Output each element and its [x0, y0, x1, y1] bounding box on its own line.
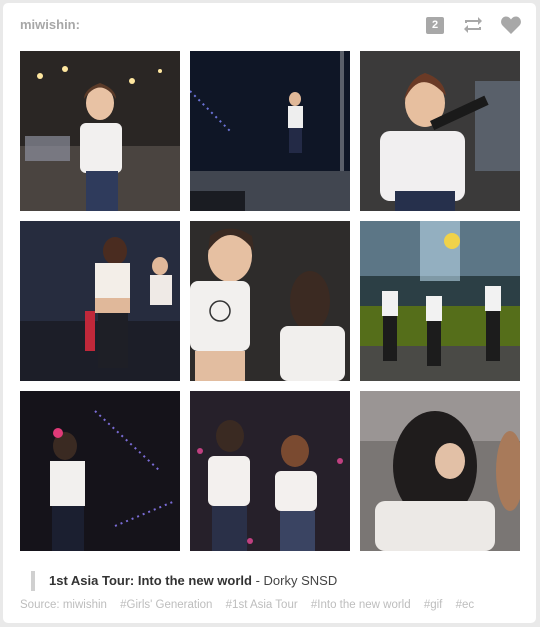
tag-link[interactable]: #Girls' Generation	[120, 599, 212, 611]
photo-4[interactable]	[20, 221, 180, 381]
photo-2[interactable]	[190, 51, 350, 211]
post-caption: 1st Asia Tour: Into the new world - Dork…	[31, 571, 337, 591]
post-controls: 2	[426, 15, 522, 35]
photo-9[interactable]	[360, 391, 520, 551]
note-count-badge[interactable]: 2	[426, 16, 444, 34]
caption-title: 1st Asia Tour: Into the new world	[49, 573, 252, 588]
source-link[interactable]: Source: miwishin	[20, 599, 107, 611]
heart-icon[interactable]	[500, 15, 522, 35]
photo-1[interactable]	[20, 51, 180, 211]
post-author[interactable]: miwishin:	[20, 17, 80, 32]
caption-subtitle: Dorky SNSD	[263, 573, 338, 588]
reblog-icon[interactable]	[462, 15, 484, 35]
photo-5[interactable]	[190, 221, 350, 381]
tag-link[interactable]: #ec	[456, 599, 475, 611]
post-tags: Source: miwishin #Girls' Generation #1st…	[20, 599, 536, 611]
post-card: miwishin: 2 1st Asia Tour: Into the new …	[3, 3, 536, 623]
photo-6[interactable]	[360, 221, 520, 381]
caption-separator: -	[251, 573, 264, 588]
photo-8[interactable]	[190, 391, 350, 551]
tag-link[interactable]: #1st Asia Tour	[226, 599, 298, 611]
tag-link[interactable]: #gif	[424, 599, 443, 611]
photo-7[interactable]	[20, 391, 180, 551]
photo-3[interactable]	[360, 51, 520, 211]
photoset-grid	[20, 51, 520, 551]
tag-link[interactable]: #Into the new world	[311, 599, 411, 611]
